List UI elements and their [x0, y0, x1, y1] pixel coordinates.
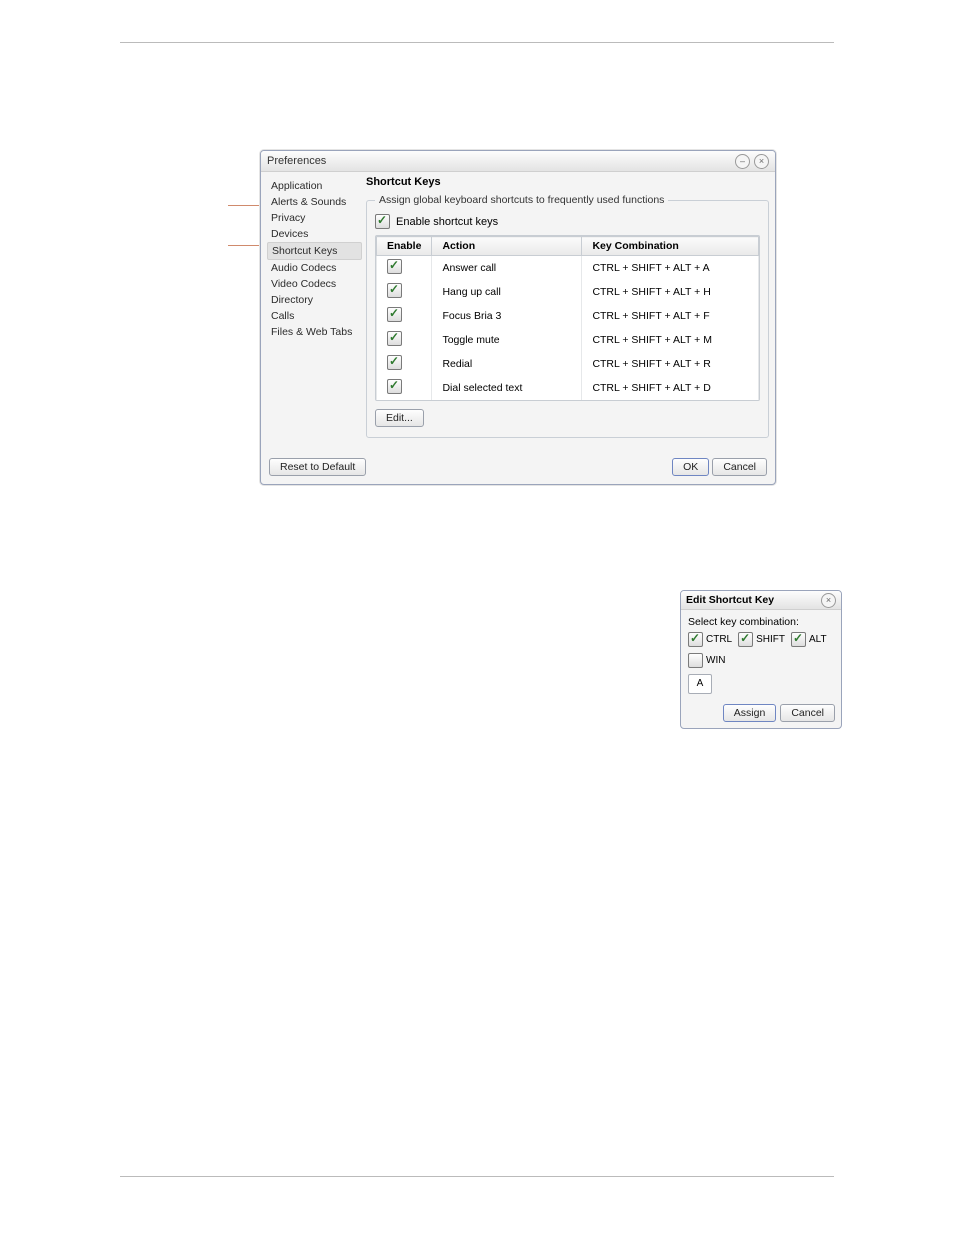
- shortcut-keys-table: Enable Action Key Combination Answer cal…: [375, 235, 760, 401]
- mod-win-checkbox[interactable]: [688, 653, 703, 668]
- sidebar-item-devices[interactable]: Devices: [267, 226, 362, 242]
- sidebar-item-application[interactable]: Application: [267, 178, 362, 194]
- close-icon[interactable]: ×: [754, 154, 769, 169]
- close-icon[interactable]: ×: [821, 593, 836, 608]
- mod-ctrl-checkbox[interactable]: [688, 632, 703, 647]
- sidebar-item-video-codecs[interactable]: Video Codecs: [267, 276, 362, 292]
- mod-ctrl-label: CTRL: [706, 634, 732, 645]
- reset-to-default-button[interactable]: Reset to Default: [269, 458, 366, 476]
- select-key-label: Select key combination:: [688, 616, 834, 628]
- sidebar-item-calls[interactable]: Calls: [267, 308, 362, 324]
- edit-shortcut-dialog: Edit Shortcut Key × Select key combinati…: [680, 590, 842, 729]
- row-action: Dial selected text: [432, 376, 582, 400]
- mod-shift-label: SHIFT: [756, 634, 785, 645]
- cancel-button[interactable]: Cancel: [712, 458, 767, 476]
- mod-alt-checkbox[interactable]: [791, 632, 806, 647]
- col-action: Action: [432, 237, 582, 256]
- table-row: Redial CTRL + SHIFT + ALT + R: [377, 352, 759, 376]
- sidebar-item-alerts-sounds[interactable]: Alerts & Sounds: [267, 194, 362, 210]
- table-row: Hang up call CTRL + SHIFT + ALT + H: [377, 280, 759, 304]
- row-action: Toggle mute: [432, 328, 582, 352]
- table-row: Answer call CTRL + SHIFT + ALT + A: [377, 256, 759, 281]
- row-combo: CTRL + SHIFT + ALT + D: [582, 376, 759, 400]
- enable-shortcut-keys-checkbox[interactable]: [375, 214, 390, 229]
- sidebar-item-files-web-tabs[interactable]: Files & Web Tabs: [267, 324, 362, 340]
- row-enable-checkbox[interactable]: [387, 355, 402, 370]
- row-enable-checkbox[interactable]: [387, 379, 402, 394]
- row-enable-checkbox[interactable]: [387, 259, 402, 274]
- sidebar-item-audio-codecs[interactable]: Audio Codecs: [267, 260, 362, 276]
- edit-cancel-button[interactable]: Cancel: [780, 704, 835, 722]
- minimize-icon[interactable]: –: [735, 154, 750, 169]
- edit-button[interactable]: Edit...: [375, 409, 424, 427]
- row-combo: CTRL + SHIFT + ALT + A: [582, 256, 759, 281]
- sidebar-item-shortcut-keys[interactable]: Shortcut Keys: [267, 242, 362, 260]
- panel-title: Shortcut Keys: [366, 176, 769, 188]
- row-action: Focus Bria 3: [432, 304, 582, 328]
- edit-dialog-title: Edit Shortcut Key: [686, 594, 774, 606]
- enable-shortcut-keys-label: Enable shortcut keys: [396, 216, 498, 228]
- edit-dialog-titlebar: Edit Shortcut Key ×: [681, 591, 841, 610]
- shortcut-keys-group: Assign global keyboard shortcuts to freq…: [366, 194, 769, 438]
- row-combo: CTRL + SHIFT + ALT + R: [582, 352, 759, 376]
- preferences-title: Preferences: [267, 155, 326, 167]
- row-enable-checkbox[interactable]: [387, 307, 402, 322]
- sidebar-item-directory[interactable]: Directory: [267, 292, 362, 308]
- row-action: Answer call: [432, 256, 582, 281]
- mod-alt-label: ALT: [809, 634, 827, 645]
- preferences-titlebar: Preferences – ×: [261, 151, 775, 172]
- preferences-sidebar: Application Alerts & Sounds Privacy Devi…: [267, 176, 362, 438]
- table-row: Dial selected text CTRL + SHIFT + ALT + …: [377, 376, 759, 400]
- col-combo: Key Combination: [582, 237, 759, 256]
- table-row: Toggle mute CTRL + SHIFT + ALT + M: [377, 328, 759, 352]
- preferences-window: Preferences – × Application Alerts & Sou…: [260, 150, 776, 485]
- row-enable-checkbox[interactable]: [387, 283, 402, 298]
- row-combo: CTRL + SHIFT + ALT + H: [582, 280, 759, 304]
- ok-button[interactable]: OK: [672, 458, 709, 476]
- row-combo: CTRL + SHIFT + ALT + F: [582, 304, 759, 328]
- row-combo: CTRL + SHIFT + ALT + M: [582, 328, 759, 352]
- mod-win-label: WIN: [706, 655, 725, 666]
- col-enable: Enable: [377, 237, 432, 256]
- mod-shift-checkbox[interactable]: [738, 632, 753, 647]
- table-row: Focus Bria 3 CTRL + SHIFT + ALT + F: [377, 304, 759, 328]
- assign-button[interactable]: Assign: [723, 704, 777, 722]
- row-enable-checkbox[interactable]: [387, 331, 402, 346]
- sidebar-item-privacy[interactable]: Privacy: [267, 210, 362, 226]
- row-action: Hang up call: [432, 280, 582, 304]
- key-input[interactable]: A: [688, 674, 712, 694]
- group-legend: Assign global keyboard shortcuts to freq…: [375, 194, 668, 206]
- row-action: Redial: [432, 352, 582, 376]
